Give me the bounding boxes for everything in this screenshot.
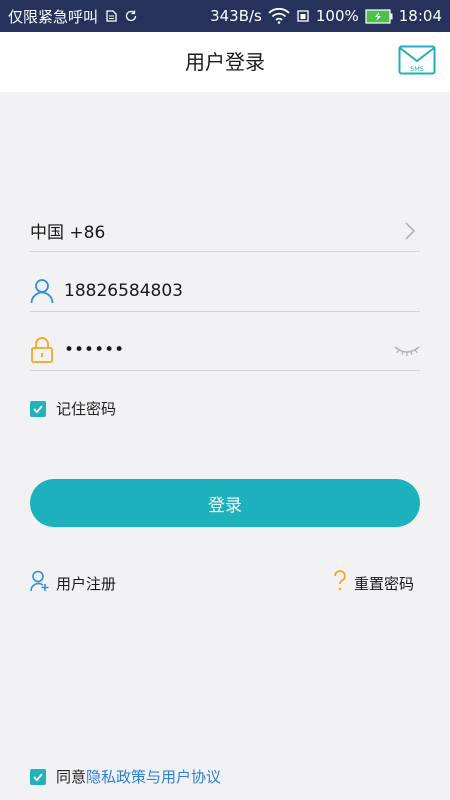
remember-password-toggle[interactable]: 记住密码	[30, 398, 116, 419]
page-title: 用户登录	[185, 50, 265, 74]
lock-icon	[30, 336, 54, 363]
remember-label: 记住密码	[56, 400, 117, 418]
phone-input[interactable]	[64, 270, 420, 311]
sms-button[interactable]: SMS	[398, 45, 436, 75]
register-label: 用户注册	[56, 574, 117, 593]
reset-password-link[interactable]: 重置密码	[332, 570, 414, 596]
user-icon	[30, 278, 54, 304]
login-button[interactable]: 登录	[30, 479, 420, 527]
sms-icon-text: SMS	[410, 65, 424, 73]
add-user-icon	[30, 570, 50, 596]
battery-percent: 100%	[315, 7, 359, 25]
password-row	[30, 329, 420, 371]
carrier-text: 仅限紧急呼叫	[8, 7, 99, 26]
wifi-icon	[268, 8, 290, 24]
phone-row	[30, 270, 420, 312]
check-icon	[33, 404, 43, 413]
status-left: 仅限紧急呼叫	[8, 6, 138, 27]
agreement-prefix: 同意	[56, 768, 87, 786]
password-input[interactable]	[64, 329, 394, 370]
sim-icon	[104, 9, 118, 23]
remember-checkbox[interactable]	[30, 400, 46, 417]
country-code-label: 中国 +86	[30, 223, 106, 243]
privacy-policy-link[interactable]: 隐私政策与用户协议	[86, 768, 221, 786]
status-right: 343B/s 100% 18:04	[210, 7, 442, 25]
network-speed: 343B/s	[210, 7, 262, 25]
data-card-icon	[296, 9, 310, 23]
envelope-icon: SMS	[398, 45, 436, 75]
question-icon	[332, 570, 348, 596]
battery-icon	[365, 8, 393, 24]
check-icon	[33, 772, 43, 781]
app-bar: 用户登录 SMS	[0, 32, 450, 92]
agreement-checkbox[interactable]	[30, 768, 46, 785]
status-bar: 仅限紧急呼叫 343B/s 100% 18:04	[0, 0, 450, 32]
clock: 18:04	[398, 7, 442, 25]
chevron-right-icon	[400, 219, 420, 243]
agreement-row: 同意隐私政策与用户协议	[30, 766, 221, 787]
register-link[interactable]: 用户注册	[30, 570, 116, 596]
eye-closed-icon[interactable]	[394, 343, 420, 357]
country-code-selector[interactable]: 中国 +86	[30, 210, 420, 252]
sync-icon	[124, 9, 138, 23]
reset-label: 重置密码	[353, 574, 414, 593]
